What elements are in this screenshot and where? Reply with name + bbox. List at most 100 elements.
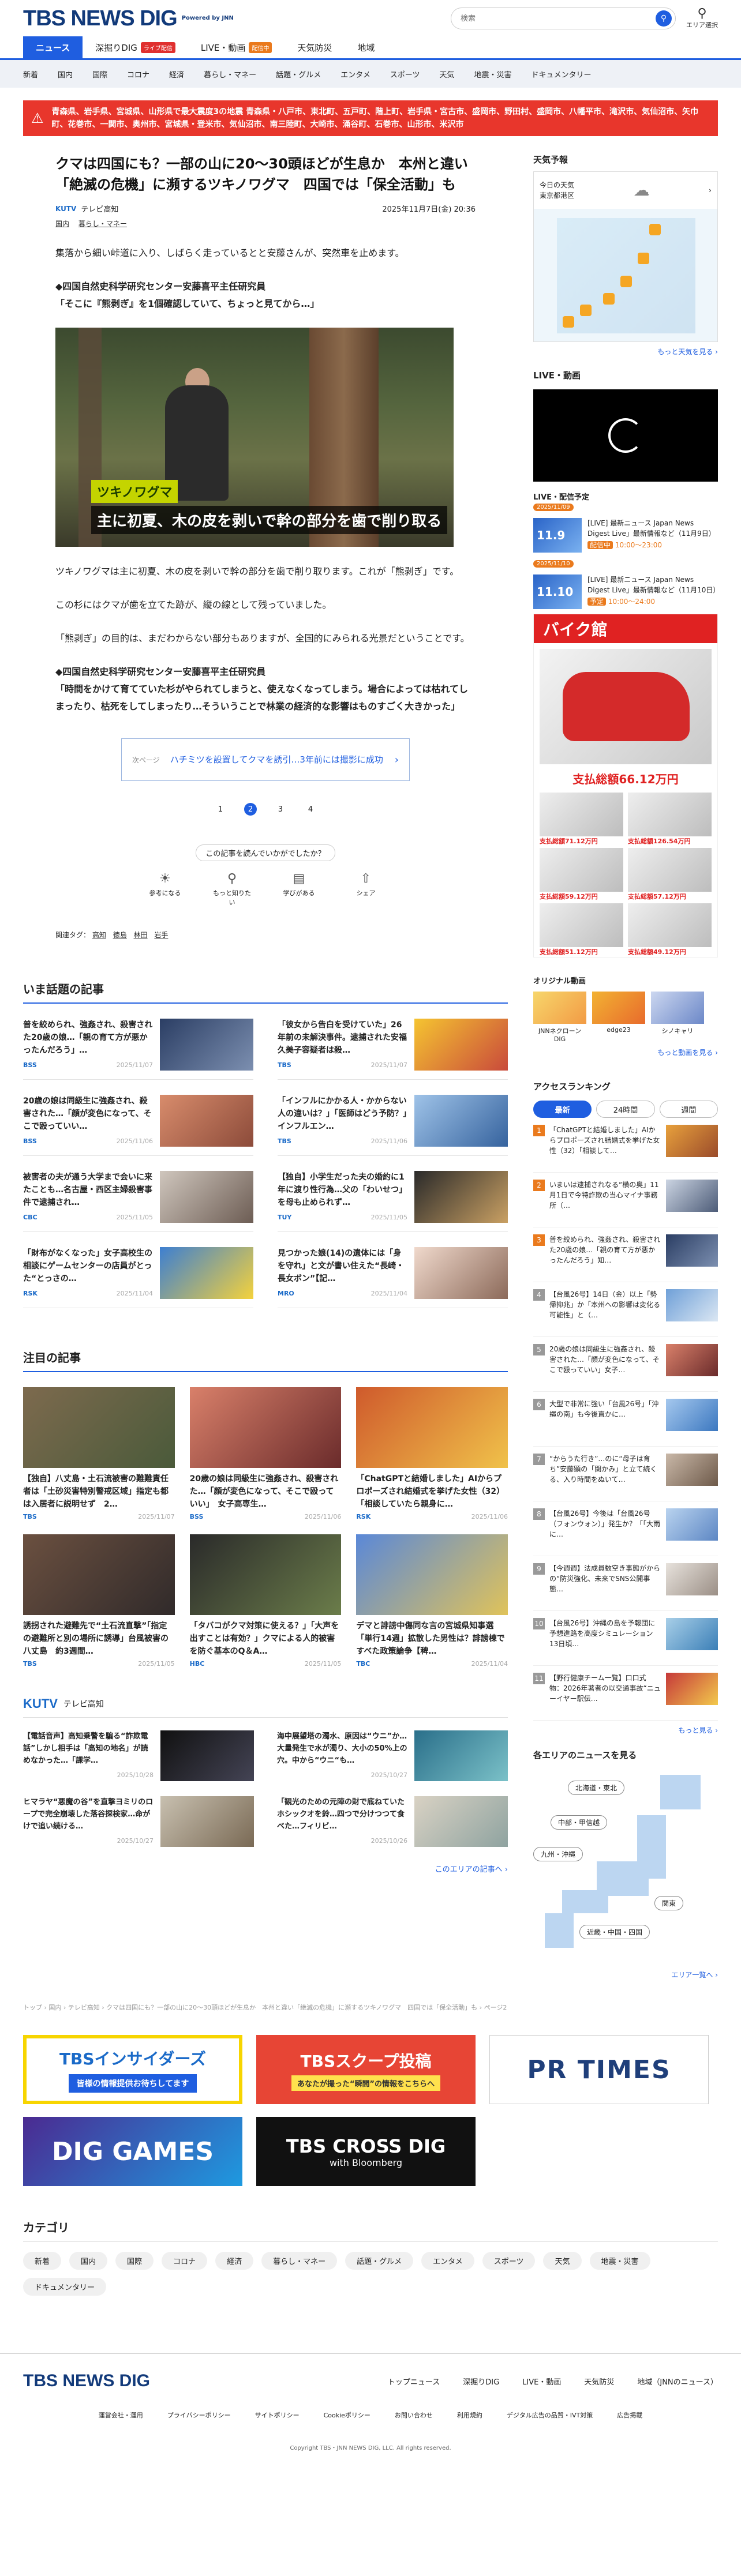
category-pill[interactable]: 地震・災害: [589, 2252, 650, 2270]
page-link[interactable]: 3: [274, 803, 287, 816]
subnav-item[interactable]: 暮らし・マネー: [204, 69, 256, 80]
area-kinki[interactable]: 近畿・中国・四国: [579, 1925, 650, 1939]
site-logo[interactable]: TBS NEWS DIG Powered by JNN: [23, 6, 234, 31]
tag-link[interactable]: 暮らし・マネー: [78, 220, 127, 228]
category-pill[interactable]: 国際: [115, 2252, 154, 2270]
search-input[interactable]: [461, 14, 645, 23]
search-icon[interactable]: ⚲: [656, 10, 672, 27]
kutv-logo[interactable]: KUTV: [23, 1696, 58, 1711]
footer-link[interactable]: お問い合わせ: [395, 2410, 433, 2420]
kutv-item[interactable]: 「観光のための元陣の財で底ねていたホシックオを鈴…四つで分けつつて食べた…フィリ…: [277, 1796, 508, 1849]
ranking-item[interactable]: 10 【台風26号】沖縄の島を予報団に予想進路を高度シミュレーション13日頃…: [533, 1618, 718, 1666]
area-kanto[interactable]: 関東: [654, 1896, 684, 1910]
original-video-item[interactable]: edge23: [592, 992, 645, 1043]
ranking-tab[interactable]: 週間: [659, 1101, 718, 1118]
footer-nav-link[interactable]: 地域（JNNのニュース）: [637, 2376, 718, 2387]
banner-prtimes[interactable]: PR TIMES: [489, 2035, 709, 2104]
ranking-item[interactable]: 1 「ChatGPTと結婚しました」AIからプロポーズされ結婚式を挙げた女性（32…: [533, 1125, 718, 1173]
tag-link[interactable]: 国内: [55, 220, 69, 228]
ranking-item[interactable]: 6 大型で非常に強い「台風26号」「沖縄の南」も今後直かに…: [533, 1399, 718, 1447]
area-chubu[interactable]: 中部・甲信越: [551, 1815, 608, 1830]
nav-region[interactable]: 地域: [345, 36, 387, 59]
subnav-item[interactable]: 経済: [169, 69, 184, 80]
subnav-item[interactable]: 天気: [439, 69, 454, 80]
topic-item[interactable]: 見つかった娘(14)の遺体には「身を守れ」と文が書い住えた“長崎・長女ボン”【記…: [278, 1247, 508, 1308]
featured-card[interactable]: デマと誹謗中傷同な言の宮城県知事選「単行14週」拡散した男性は？誹謗棟ですべた政…: [356, 1534, 508, 1668]
featured-card[interactable]: 誘拐された避難先で“土石流直撃”「指定の避難所と別の場所に誘導」台風被害の八丈島…: [23, 1534, 175, 1668]
area-kyushu-okinawa[interactable]: 九州・沖縄: [533, 1847, 583, 1861]
subnav-item[interactable]: 新着: [23, 69, 38, 80]
footer-link[interactable]: サイトポリシー: [255, 2410, 300, 2420]
area-more-link[interactable]: エリア一覧へ ›: [533, 1970, 718, 1980]
tag-link[interactable]: 林田: [134, 931, 148, 939]
ranking-tab[interactable]: 最新: [533, 1101, 592, 1118]
article-source[interactable]: KUTV テレビ高知: [55, 203, 118, 215]
bike-ad[interactable]: バイク館 支払総額66.12万円 支払総額71.12万円 支払総額126.54万…: [533, 614, 718, 957]
footer-link[interactable]: 広告掲載: [617, 2410, 642, 2420]
page-link[interactable]: 4: [304, 803, 317, 816]
footer-nav-link[interactable]: 深掘りDIG: [463, 2376, 499, 2387]
banner-insiders[interactable]: TBSインサイダーズ 皆様の情報提供お待ちしてます: [23, 2035, 242, 2104]
category-pill[interactable]: 暮らし・マネー: [261, 2252, 338, 2270]
subnav-item[interactable]: 地震・災害: [474, 69, 512, 80]
category-pill[interactable]: スポーツ: [482, 2252, 536, 2270]
category-pill[interactable]: 国内: [69, 2252, 108, 2270]
footer-link[interactable]: デジタル広告の品質・IVT対策: [507, 2410, 593, 2420]
feedback-more-button[interactable]: ⚲ もっと知りたい: [211, 872, 253, 907]
tag-link[interactable]: 高知: [92, 931, 106, 939]
subnav-item[interactable]: 国内: [58, 69, 73, 80]
weather-more-link[interactable]: もっと天気を見る ›: [533, 347, 718, 356]
nav-news[interactable]: ニュース: [23, 36, 83, 59]
ranking-tab[interactable]: 24時間: [596, 1101, 655, 1118]
footer-nav-link[interactable]: トップニュース: [388, 2376, 440, 2387]
subnav-item[interactable]: 国際: [92, 69, 107, 80]
footer-link[interactable]: 利用規約: [457, 2410, 482, 2420]
featured-card[interactable]: 【独自】八丈島・土石流被害の難難責任者は「土砂災害特別警戒区域」指定も都は入居者…: [23, 1387, 175, 1520]
banner-cross-dig[interactable]: TBS CROSS DIG with Bloomberg: [256, 2117, 476, 2186]
ranking-item[interactable]: 3 普を絞められ、強姦され、殺害された20歳の娘…「親の育て方が悪かったんだろう」…: [533, 1234, 718, 1282]
page-link[interactable]: 1: [214, 803, 227, 816]
earthquake-alert[interactable]: ⚠ 青森県、岩手県、宮城県、山形県で最大震度3の地震 青森県・八戸市、東北町、五…: [23, 100, 718, 136]
topic-item[interactable]: 「インフルにかかる人・かからない人の違いは？」「医師はどう予防？」インフルエン……: [278, 1095, 508, 1156]
kutv-item[interactable]: 海中展望塔の濁水、原因は“ウニ”か…大量発生で水が濁り、大小の50%上の穴。中か…: [277, 1730, 508, 1783]
ranking-item[interactable]: 7 “からうた行き”…のに“母子は育ち”安藤顕の「関かみ」と立て続くる、入り時間を…: [533, 1454, 718, 1501]
feedback-learn-button[interactable]: ▤ 学びがある: [278, 872, 320, 907]
category-pill[interactable]: 天気: [543, 2252, 582, 2270]
category-pill[interactable]: エンタメ: [421, 2252, 474, 2270]
live-schedule-item[interactable]: 2025/11/10 11.10 [LIVE] 最新ニュース Japan New…: [533, 558, 720, 609]
subnav-item[interactable]: ドキュメンタリー: [532, 69, 592, 80]
next-page-link[interactable]: 次ページ ハチミツを設置してクマを誘引…3年前には撮影に成功 ›: [121, 738, 410, 781]
topic-item[interactable]: 20歳の娘は同級生に強姦され、殺害された…「顔が変色になって、そこで殴っていい……: [23, 1095, 253, 1156]
area-hokkaido-tohoku[interactable]: 北海道・東北: [568, 1781, 625, 1795]
tag-link[interactable]: 岩手: [154, 931, 168, 939]
video-more-link[interactable]: もっと動画を見る ›: [533, 1047, 718, 1057]
category-pill[interactable]: 新着: [23, 2252, 62, 2270]
kutv-more-link[interactable]: このエリアの記事へ ›: [23, 1863, 508, 1874]
footer-link[interactable]: 運営会社・運用: [99, 2410, 143, 2420]
topic-item[interactable]: 普を絞められ、強姦され、殺害された20歳の娘…「親の育て方が悪かったんだろう」……: [23, 1019, 253, 1080]
category-pill[interactable]: 経済: [215, 2252, 254, 2270]
weather-widget[interactable]: 今日の天気 東京都港区 ☁ ›: [533, 171, 718, 342]
topic-item[interactable]: 「彼女から告白を受けていた」26年前の未解決事件。逮捕された安福久美子容疑者は殺…: [278, 1019, 508, 1080]
ranking-item[interactable]: 8 【台風26号】今後は「台風26号（フォンウォン）」発生か？「「大雨に…: [533, 1508, 718, 1556]
category-pill[interactable]: 話題・グルメ: [345, 2252, 414, 2270]
nav-live-video[interactable]: LIVE・動画 配信中: [188, 36, 285, 59]
ranking-item[interactable]: 5 20歳の娘は同級生に強姦され、殺害された…「顔が変色になって、そこで殴っていい…: [533, 1344, 718, 1392]
nav-deep-dig[interactable]: 深掘りDIG ライブ配信: [83, 36, 188, 59]
topic-item[interactable]: 「財布がなくなった」女子高校生の相談にゲームセンターの店員がとった“とっさの… R…: [23, 1247, 253, 1308]
category-pill[interactable]: ドキュメンタリー: [23, 2278, 107, 2296]
footer-logo[interactable]: TBS NEWS DIG: [23, 2371, 150, 2391]
subnav-item[interactable]: 話題・グルメ: [276, 69, 321, 80]
topic-item[interactable]: 【独自】小学生だった夫の婚約に1年に渡り性行為…父の「わいせつ」を母も止められず…: [278, 1171, 508, 1232]
area-select-button[interactable]: ⚲ エリア選択: [686, 7, 718, 29]
featured-card[interactable]: 20歳の娘は同級生に強姦され、殺害された…「顔が変色になって、そこで殴っていい」…: [189, 1387, 342, 1520]
category-pill[interactable]: コロナ: [162, 2252, 208, 2270]
page-current[interactable]: 2: [244, 803, 257, 816]
kutv-item[interactable]: ヒマラヤ“悪魔の谷”を直撃ヨミリのロープで完全崩壊した落谷探検家…命がけで追い続…: [23, 1796, 254, 1849]
footer-link[interactable]: Cookieポリシー: [324, 2410, 370, 2420]
topic-item[interactable]: 被害者の夫が通う大学まで会いに来たことも…名古屋・西区主婦殺害事件で逮捕され… C…: [23, 1171, 253, 1232]
subnav-item[interactable]: エンタメ: [340, 69, 370, 80]
featured-card[interactable]: 「タバコがクマ対策に使える？」「大声を出すことは有効？」クマによる人的被害を防ぐ…: [189, 1534, 342, 1668]
footer-nav-link[interactable]: LIVE・動画: [522, 2376, 561, 2387]
footer-nav-link[interactable]: 天気防災: [584, 2376, 614, 2387]
